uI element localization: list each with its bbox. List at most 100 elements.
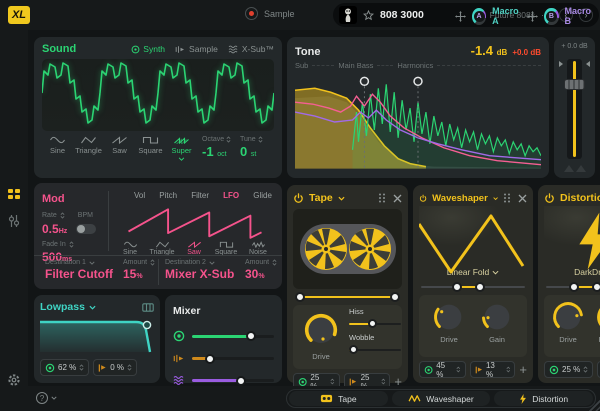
tone-gain-value[interactable]: -1.4 dB (471, 43, 508, 58)
tape-drive-knob[interactable]: Drive (299, 308, 343, 361)
lfo-wave-noise[interactable]: Noise (242, 241, 274, 256)
drag-handle-icon[interactable] (378, 193, 386, 203)
tab-xsub[interactable]: X-Sub™ (228, 44, 274, 54)
mixer-view-icon[interactable] (7, 214, 21, 228)
tab-glide[interactable]: Glide (253, 191, 272, 200)
settings-gear-icon[interactable] (7, 373, 21, 387)
distortion-drive-knob[interactable]: Drive (550, 299, 586, 344)
tab-sample[interactable]: Sample (175, 44, 218, 54)
keytrack-icon[interactable] (142, 303, 154, 312)
waveshaper-velocity-chip[interactable]: 13 % (470, 361, 516, 378)
osc-wave-triangle[interactable]: Triangle (73, 136, 104, 155)
distortion-fatness-knob[interactable]: Fatness (594, 299, 600, 344)
slider-handle[interactable] (246, 331, 256, 341)
output-fader-track[interactable] (567, 59, 582, 159)
bpm-sync-toggle[interactable] (76, 224, 96, 234)
fx-tab-distortion[interactable]: Distortion (494, 391, 593, 406)
xl-logo[interactable]: XL (8, 6, 30, 24)
tape-range-slider[interactable] (295, 292, 400, 302)
stepper-icon[interactable] (69, 241, 74, 248)
synth-view-icon[interactable] (7, 188, 21, 202)
band-split-handle-2[interactable] (414, 77, 422, 85)
waveshaper-gain-knob[interactable]: Gain (479, 299, 515, 344)
sample-level-slider[interactable] (192, 357, 274, 360)
tone-trim-value[interactable]: +0.0 dB (512, 48, 541, 57)
osc-wave-square[interactable]: Square (135, 136, 166, 155)
range-handle-left[interactable] (452, 282, 462, 292)
macro-a-knob[interactable]: A (472, 8, 486, 25)
range-handle-right[interactable] (592, 282, 600, 292)
sublab-xl-window: XL Sample 808 3000 Future 808s ··· ‹ › A (0, 0, 600, 411)
slider-handle[interactable] (349, 345, 358, 354)
range-handle-left[interactable] (569, 282, 579, 292)
mixer-title: Mixer (173, 305, 200, 317)
saw-icon (187, 241, 202, 248)
lfo-wave-sine[interactable]: Sine (114, 241, 146, 256)
band-split-handle-1[interactable] (360, 77, 368, 85)
tab-lfo[interactable]: LFO (223, 191, 239, 200)
lfo-waveform-display[interactable] (112, 203, 278, 241)
tab-filter[interactable]: Filter (191, 191, 209, 200)
waveshaper-drive-knob[interactable]: Drive (431, 299, 467, 344)
macro-b-assign-icon[interactable] (527, 11, 538, 22)
cutoff-macro-chip[interactable]: 62 % (40, 359, 89, 376)
lfo-wave-saw[interactable]: Saw (178, 241, 210, 256)
distortion-macro-chip[interactable]: 25 % (544, 361, 593, 378)
waveshaper-title[interactable]: Waveshaper (432, 193, 488, 204)
power-toggle[interactable] (544, 193, 555, 204)
destination-1-control[interactable]: Destination 1 Filter Cutoff (45, 259, 113, 281)
synth-level-slider[interactable] (192, 335, 274, 338)
amount-2-control[interactable]: Amount 30% (245, 259, 277, 281)
fx-tab-tape[interactable]: Tape (289, 391, 388, 406)
favorite-star-icon[interactable] (363, 10, 374, 21)
oscillator-waveform-display[interactable] (42, 59, 274, 131)
output-fader-handle[interactable] (564, 79, 585, 90)
cutoff-velocity-chip[interactable]: 0 % (93, 359, 137, 376)
waveshaper-range-slider[interactable] (421, 282, 525, 292)
range-handle-right[interactable] (475, 282, 485, 292)
amount-1-control[interactable]: Amount 15% (123, 259, 155, 281)
destination-2-control[interactable]: Destination 2 Mixer X-Sub (165, 259, 234, 281)
osc-wave-saw[interactable]: Saw (104, 136, 135, 155)
tape-title[interactable]: Tape (309, 192, 333, 204)
hiss-slider[interactable] (349, 319, 401, 328)
octave-control[interactable]: Octave -1 oct (202, 136, 236, 159)
slider-handle[interactable] (205, 354, 215, 364)
drag-handle-icon[interactable] (503, 193, 511, 203)
sample-record-button[interactable]: Sample (245, 7, 295, 20)
wobble-slider[interactable] (349, 345, 401, 354)
slider-handle[interactable] (236, 376, 246, 386)
power-toggle[interactable] (419, 193, 427, 204)
bpm-label: BPM (78, 212, 93, 219)
distortion-title[interactable]: Distortion (560, 192, 600, 204)
tone-spectrum-display[interactable] (295, 72, 541, 169)
distortion-range-slider[interactable] (546, 282, 600, 292)
filter-type-selector[interactable]: Lowpass (40, 301, 85, 313)
range-handle-left[interactable] (295, 292, 305, 302)
lfo-wave-square[interactable]: Square (210, 241, 242, 256)
fx-tab-waveshaper[interactable]: Waveshaper (392, 391, 491, 406)
power-toggle[interactable] (293, 193, 304, 204)
filter-curve-display[interactable] (40, 316, 154, 354)
close-icon[interactable] (518, 194, 527, 203)
rate-value[interactable]: 0.5Hz (42, 222, 67, 236)
macro-b-knob[interactable]: B (544, 8, 558, 25)
tab-synth[interactable]: Synth (131, 44, 165, 54)
triangle-icon (155, 241, 170, 248)
range-handle-right[interactable] (390, 292, 400, 302)
lfo-wave-triangle[interactable]: Triangle (146, 241, 178, 256)
add-modulation-button[interactable]: + (519, 363, 527, 376)
help-button[interactable]: ? (36, 392, 57, 404)
tab-vol[interactable]: Vol (134, 191, 145, 200)
osc-wave-sine[interactable]: Sine (42, 136, 73, 155)
close-icon[interactable] (393, 194, 402, 203)
xsub-level-slider[interactable] (192, 379, 274, 382)
osc-wave-super[interactable]: Super (166, 136, 197, 161)
cutoff-handle[interactable] (143, 321, 150, 328)
slider-handle[interactable] (368, 319, 377, 328)
tune-control[interactable]: Tune 0 st (240, 136, 274, 159)
tab-pitch[interactable]: Pitch (159, 191, 177, 200)
macro-a-assign-icon[interactable] (455, 11, 466, 22)
waveshaper-macro-chip[interactable]: 45 % (419, 361, 466, 378)
stepper-icon[interactable] (60, 212, 65, 219)
